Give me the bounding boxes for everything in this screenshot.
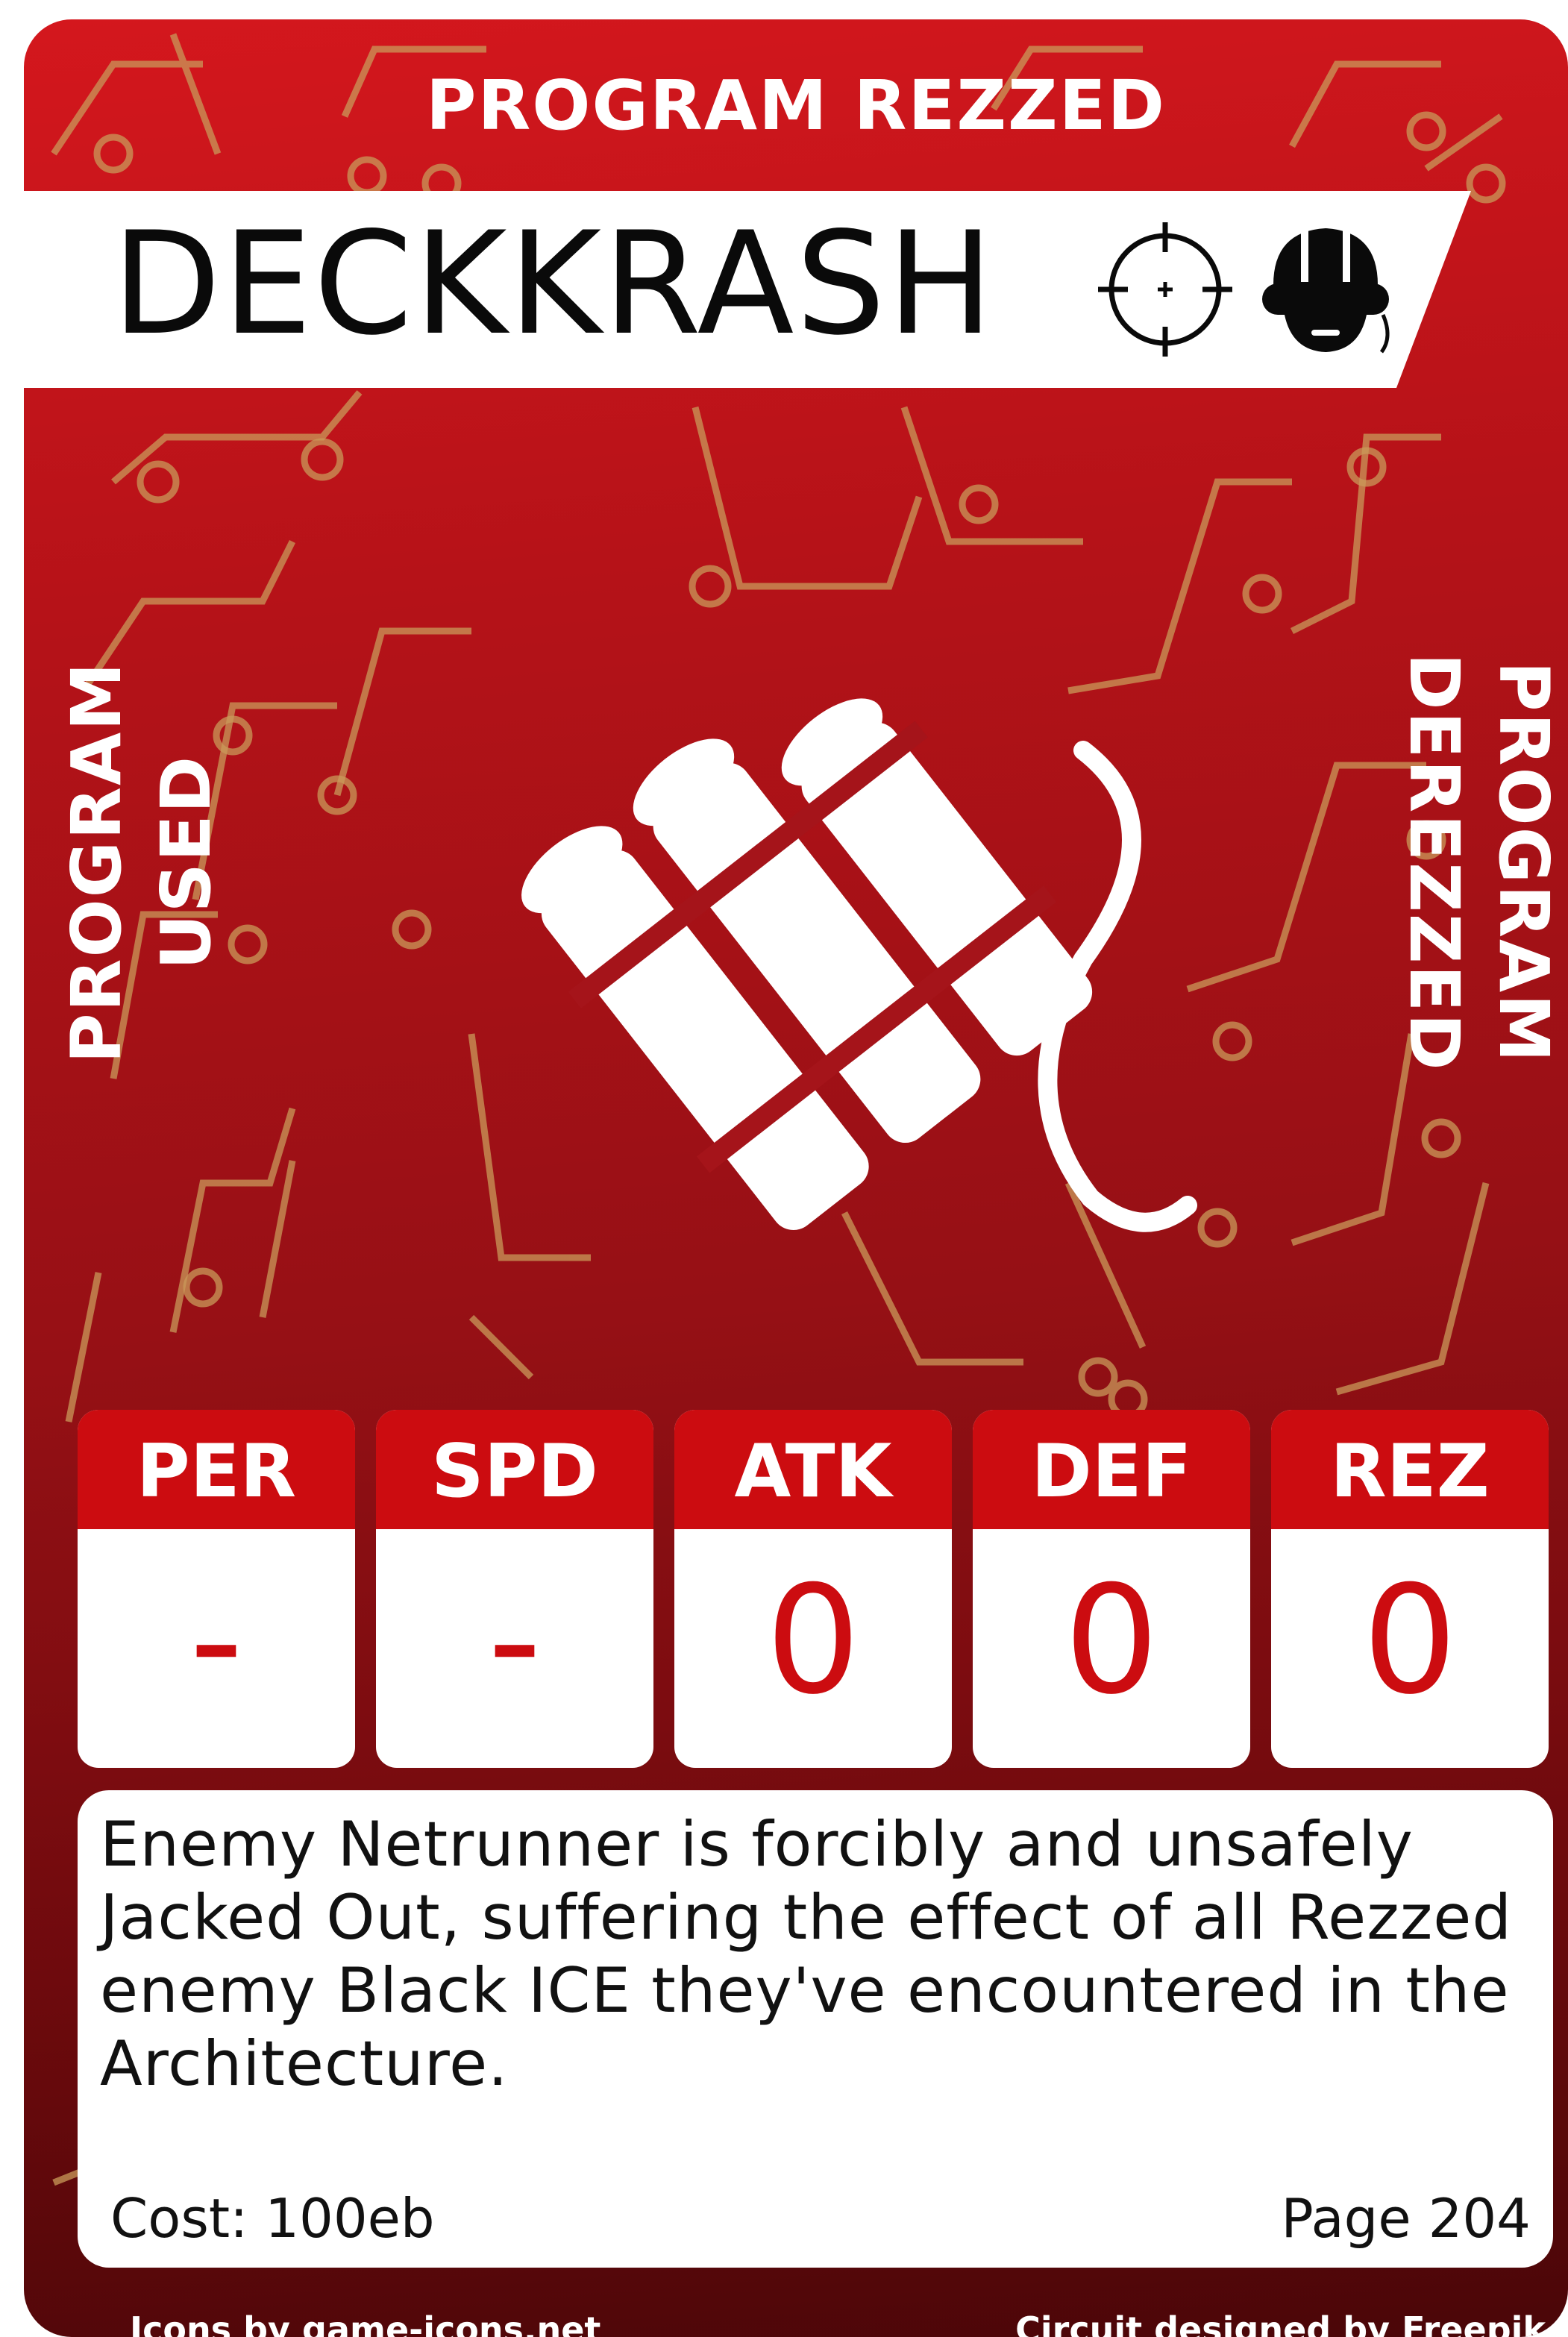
program-used-label: PROGRAM USED <box>57 661 226 1064</box>
effect-text-box: Enemy Netrunner is forcibly and unsafely… <box>78 1790 1553 2268</box>
stats-row: PER - SPD - ATK 0 DEF 0 REZ 0 <box>78 1410 1568 1790</box>
program-card: PROGRAM REZZED DECKKRASH PROGRAM USED PR… <box>24 19 1568 2337</box>
card-title: DECKKRASH <box>112 201 995 366</box>
circuit-credit: Circuit designed by Freepik <box>1015 2309 1546 2337</box>
stat-label: REZ <box>1271 1410 1549 1529</box>
cost-label: Cost: 100eb <box>110 2187 435 2250</box>
stat-spd: SPD - <box>376 1410 653 1768</box>
stat-value: - <box>487 1554 542 1728</box>
program-derezzed-label: PROGRAM DEREZZED <box>1394 653 1564 1072</box>
stat-value: 0 <box>765 1554 861 1728</box>
crosshair-icon <box>1098 222 1232 357</box>
stat-label: SPD <box>376 1410 653 1529</box>
stat-atk: ATK 0 <box>674 1410 952 1768</box>
netrunner-helmet-icon <box>1262 228 1390 354</box>
program-rezzed-label: PROGRAM REZZED <box>426 66 1166 145</box>
stat-rez: REZ 0 <box>1271 1410 1549 1768</box>
icon-credit: Icons by game-icons.net <box>130 2309 601 2337</box>
stat-label: ATK <box>674 1410 952 1529</box>
stat-label: PER <box>78 1410 355 1529</box>
stat-per: PER - <box>78 1410 355 1768</box>
effect-description: Enemy Netrunner is forcibly and unsafely… <box>100 1808 1513 2100</box>
dynamite-icon <box>521 698 1197 1232</box>
stat-value: 0 <box>1362 1554 1458 1728</box>
stat-value: - <box>189 1554 244 1728</box>
stat-def: DEF 0 <box>973 1410 1250 1768</box>
stat-label: DEF <box>973 1410 1250 1529</box>
stat-value: 0 <box>1064 1554 1159 1728</box>
page-reference: Page 204 <box>1281 2187 1531 2250</box>
